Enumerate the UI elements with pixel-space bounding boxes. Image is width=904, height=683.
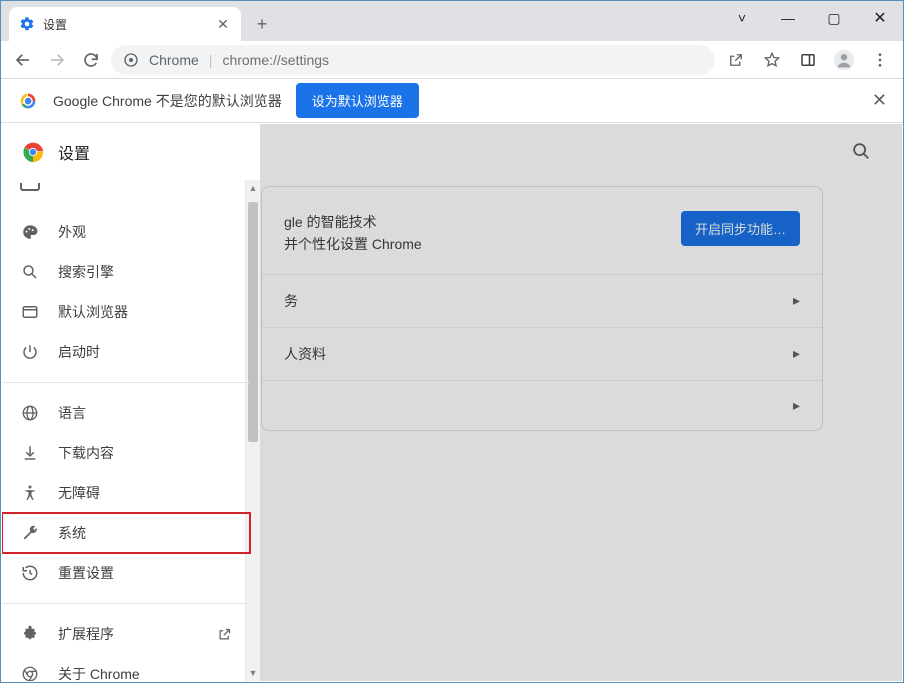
download-icon [20, 443, 40, 463]
side-panel-icon[interactable] [793, 45, 823, 75]
sidebar-item-system[interactable]: 系统 [2, 513, 250, 553]
row-label: 务 [284, 291, 298, 311]
external-link-icon [217, 627, 232, 642]
power-icon [20, 342, 40, 362]
sidebar-item-label: 重置设置 [58, 563, 114, 583]
turn-on-sync-button[interactable]: 开启同步功能… [681, 211, 800, 246]
tab-title: 设置 [43, 16, 207, 33]
sidebar-item-accessibility[interactable]: 无障碍 [2, 473, 250, 513]
tab-close-button[interactable]: ✕ [215, 16, 231, 33]
omnibox-separator: | [209, 52, 213, 68]
omnibox-url: chrome://settings [222, 52, 329, 68]
sidebar-item-label: 无障碍 [58, 483, 100, 503]
search-icon[interactable] [850, 140, 874, 164]
sync-line2: 并个性化设置 Chrome [284, 233, 422, 255]
sidebar-item-label: 关于 Chrome [58, 664, 140, 681]
restore-icon [20, 563, 40, 583]
chrome-dino-icon [123, 52, 139, 68]
sidebar-item-label: 系统 [58, 523, 86, 543]
reload-button[interactable] [77, 46, 105, 74]
sidebar-separator [2, 603, 250, 604]
sidebar-item-extensions[interactable]: 扩展程序 [2, 614, 250, 654]
cut-icon [20, 183, 40, 191]
set-default-browser-button[interactable]: 设为默认浏览器 [296, 83, 419, 118]
chrome-logo-icon [22, 141, 44, 163]
sidebar-item-search-engine[interactable]: 搜索引擎 [2, 252, 250, 292]
caret-down-icon[interactable]: ˅ [719, 1, 765, 35]
sidebar-nav: ▲ ▼ 外观 搜索引擎 默认浏览器 [2, 180, 260, 681]
sidebar-item-label: 启动时 [58, 342, 100, 362]
settings-sidebar: 设置 ▲ ▼ 外观 搜索引擎 [2, 124, 260, 681]
extension-icon [20, 624, 40, 644]
sidebar-item-cut[interactable] [2, 180, 250, 194]
address-bar[interactable]: Chrome | chrome://settings [111, 45, 715, 75]
sidebar-item-label: 下载内容 [58, 443, 114, 463]
omnibox-origin: Chrome [149, 52, 199, 68]
sidebar-item-label: 默认浏览器 [58, 302, 128, 322]
sidebar-separator [2, 382, 250, 383]
settings-main: gle 的智能技术 并个性化设置 Chrome 开启同步功能… 务 ▸ 人资料 … [261, 186, 823, 431]
browser-icon [20, 302, 40, 322]
settings-row-profile[interactable]: 人资料 ▸ [262, 327, 822, 380]
kebab-menu-icon[interactable] [865, 45, 895, 75]
sidebar-title: 设置 [58, 140, 90, 164]
default-browser-infobar: Google Chrome 不是您的默认浏览器 设为默认浏览器 ✕ [1, 79, 903, 123]
sidebar-item-label: 语言 [58, 403, 86, 423]
sidebar-item-label: 外观 [58, 222, 86, 242]
sidebar-item-on-startup[interactable]: 启动时 [2, 332, 250, 372]
chevron-right-icon: ▸ [793, 345, 800, 362]
infobar-message: Google Chrome 不是您的默认浏览器 [53, 91, 282, 111]
settings-row-import[interactable]: ▸ [262, 380, 822, 430]
palette-icon [20, 222, 40, 242]
search-icon [20, 262, 40, 282]
chevron-right-icon: ▸ [793, 397, 800, 414]
window-close-button[interactable]: ✕ [857, 1, 903, 35]
settings-row-services[interactable]: 务 ▸ [262, 274, 822, 327]
sidebar-item-about-chrome[interactable]: 关于 Chrome [2, 654, 250, 681]
chrome-logo-icon [17, 90, 39, 112]
infobar-close-button[interactable]: ✕ [872, 90, 887, 111]
sidebar-item-languages[interactable]: 语言 [2, 393, 250, 433]
chrome-outline-icon [20, 664, 40, 681]
minimize-button[interactable]: — [765, 1, 811, 35]
sidebar-item-reset[interactable]: 重置设置 [2, 553, 250, 593]
sidebar-item-label: 扩展程序 [58, 624, 114, 644]
chevron-right-icon: ▸ [793, 292, 800, 309]
gear-icon [19, 16, 35, 32]
accessibility-icon [20, 483, 40, 503]
tab-settings[interactable]: 设置 ✕ [9, 7, 241, 41]
share-icon[interactable] [721, 45, 751, 75]
sidebar-item-appearance[interactable]: 外观 [2, 212, 250, 252]
globe-icon [20, 403, 40, 423]
new-tab-button[interactable]: + [247, 9, 277, 39]
wrench-icon [20, 523, 40, 543]
profile-avatar-icon[interactable] [829, 45, 859, 75]
sidebar-item-downloads[interactable]: 下载内容 [2, 433, 250, 473]
maximize-button[interactable]: ▢ [811, 1, 857, 35]
sidebar-item-default-browser[interactable]: 默认浏览器 [2, 292, 250, 332]
bookmark-star-icon[interactable] [757, 45, 787, 75]
back-button[interactable] [9, 46, 37, 74]
sync-line1: gle 的智能技术 [284, 211, 422, 233]
sidebar-header: 设置 [2, 124, 260, 180]
toolbar: Chrome | chrome://settings [1, 41, 903, 79]
sync-promo-row: gle 的智能技术 并个性化设置 Chrome 开启同步功能… [262, 187, 822, 274]
forward-button[interactable] [43, 46, 71, 74]
row-label: 人资料 [284, 344, 326, 364]
sidebar-item-label: 搜索引擎 [58, 262, 114, 282]
